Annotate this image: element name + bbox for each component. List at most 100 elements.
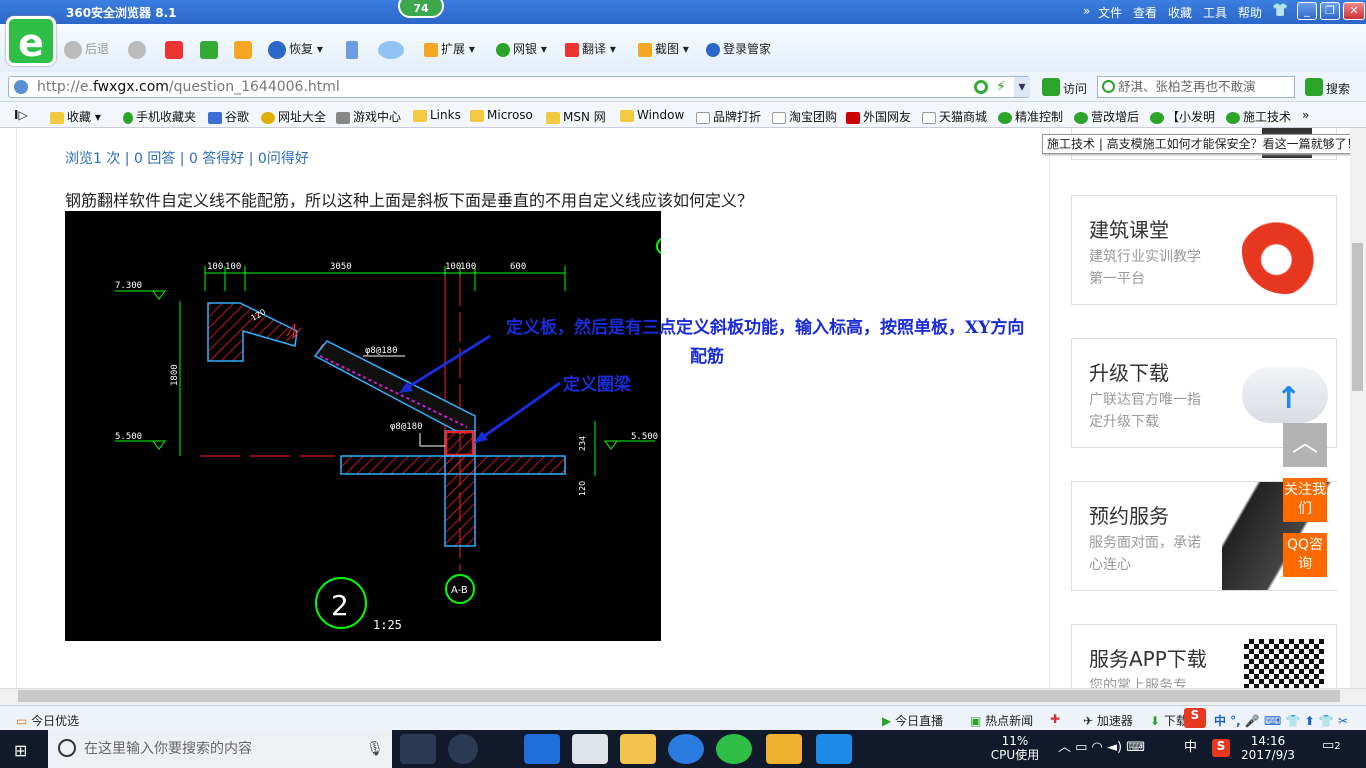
fav-item[interactable]: 淘宝团购 [772,108,837,125]
page-icon [696,111,710,124]
restore-button[interactable]: ❐ [1320,2,1340,20]
fav-item[interactable]: 外国网友 [846,108,911,125]
glodon-icon[interactable] [668,734,704,764]
url-dropdown-icon[interactable]: ▾ [1014,77,1030,97]
fav-item[interactable]: 品牌打折 [696,108,761,125]
close-button[interactable]: ✕ [1343,2,1365,20]
classroom-logo-icon [1242,208,1328,294]
fav-item[interactable]: Links [413,108,461,122]
fav-item[interactable]: Window [620,108,684,122]
follow-us-button[interactable]: 关注我们 [1283,478,1327,522]
fav-item[interactable]: 收藏 ▾ [50,108,101,125]
horizontal-scroll-thumb[interactable] [18,690,1340,702]
speed-mode-icon[interactable]: ⚡ [996,77,1006,97]
store-icon[interactable] [572,734,608,764]
vertical-scrollbar[interactable] [1350,128,1366,688]
microphone-icon[interactable]: 🎙 [366,730,384,768]
search-button[interactable]: 搜索 [1326,80,1350,97]
card-title: 升级下载 [1089,361,1169,385]
fav-item[interactable]: 游戏中心 [336,108,401,125]
fav-item[interactable]: 【小发明 [1150,108,1215,125]
rebar-label: φ8@180 [365,346,398,356]
health-icon[interactable]: ✚ [1050,712,1060,726]
login-manager-button[interactable]: 登录管家 [706,38,771,60]
fav-item[interactable]: 营改增后 [1074,108,1139,125]
browser-360-icon[interactable] [716,734,752,764]
clock[interactable]: 14:16 2017/9/3 [1240,734,1296,762]
qq-consult-button[interactable]: QQ咨询 [1283,533,1327,577]
fav-item[interactable]: 谷歌 [208,108,249,125]
score-badge[interactable]: 74 [398,0,444,18]
notes-icon[interactable] [766,734,802,764]
taskbar-search-input[interactable]: 在这里输入你要搜索的内容 🎙 [48,730,392,768]
menu-favorites[interactable]: 收藏 [1168,4,1192,21]
restore-tab-button[interactable]: 恢复 ▾ [268,38,323,60]
phone-icon [123,111,133,124]
forward-button[interactable] [128,38,149,60]
menu-overflow-icon[interactable]: » [1083,4,1090,18]
netbank-button[interactable]: 网银 ▾ [496,38,547,60]
extend-button[interactable]: 扩展 ▾ [424,38,475,60]
cortana-icon[interactable] [448,734,478,764]
cpu-usage[interactable]: 11% CPU使用 [990,734,1040,762]
windows-start-icon[interactable]: ⊞ [14,741,27,760]
fav-item[interactable]: MSN 网 [546,108,606,125]
fav-item[interactable]: 手机收藏夹 [123,108,196,125]
fav-item[interactable]: 施工技术 [1226,108,1291,125]
accelerator[interactable]: ✈ 加速器 [1083,712,1133,729]
home-button[interactable] [234,38,255,60]
fav-item[interactable]: 天猫商城 [922,108,987,125]
today-live[interactable]: ▶ 今日直播 [882,712,943,729]
back-to-top-button[interactable]: ︿ [1283,423,1327,467]
visit-button[interactable]: 访问 [1063,80,1087,97]
download-manager[interactable]: ⬇ 下载 [1150,712,1188,729]
cloud-button[interactable] [378,38,407,60]
folder-icon [413,109,427,122]
key-icon [706,42,720,57]
fav-item[interactable]: Microso [470,108,533,122]
today-picks[interactable]: ▭ 今日优选 [16,712,79,729]
search-input[interactable]: 舒淇、张柏芝再也不敢演 [1097,76,1295,98]
favbar-overflow-icon[interactable]: » [1302,108,1309,122]
browser-logo[interactable]: e [6,16,56,66]
notification-center-icon[interactable]: ▭2 [1322,739,1341,754]
task-view-icon[interactable] [400,734,436,764]
favbar-toggle-icon[interactable]: I▷ [14,108,28,122]
flag-icon [846,111,860,124]
menu-tools[interactable]: 工具 [1203,4,1227,21]
ime-indicator[interactable]: 中 [1184,741,1197,755]
sogou-tray-icon[interactable]: S [1212,739,1230,757]
sogou-ime-icon[interactable]: S [1184,708,1206,728]
fav-item[interactable]: 精准控制 [998,108,1063,125]
favorites-bar: I▷ 收藏 ▾ 手机收藏夹 谷歌 网址大全 游戏中心 Links Microso… [0,102,1366,128]
url-input[interactable]: http://e.fwxgx.com/question_1644006.html… [8,76,1030,98]
star-icon [50,111,64,124]
refresh-loading-icon[interactable] [974,80,988,94]
refresh-button[interactable] [200,38,221,60]
elevation-label: 5.500 [115,432,142,442]
menu-help[interactable]: 帮助 [1238,4,1262,21]
fav-item[interactable]: 网址大全 [261,108,326,125]
explorer-icon[interactable] [620,734,656,764]
vertical-scroll-thumb[interactable] [1352,243,1363,391]
menu-view[interactable]: 查看 [1133,4,1157,21]
sidebar-card-classroom[interactable]: 建筑课堂 建筑行业实训教学第一平台 [1071,195,1337,305]
minimize-button[interactable]: _ [1297,2,1317,20]
remote-icon[interactable] [816,734,852,764]
back-button[interactable]: 后退 [64,38,109,60]
screenshot-button[interactable]: 截图 ▾ [638,38,689,60]
up-arrow-icon: ↑ [1276,381,1302,416]
question-stats[interactable]: 浏览1 次 | 0 回答 | 0 答得好 | 0问得好 [65,148,309,168]
translate-button[interactable]: 翻译 ▾ [565,38,616,60]
edge-icon[interactable] [524,734,560,764]
hot-news[interactable]: ▣ 热点新闻 [970,712,1033,729]
menu-file[interactable]: 文件 [1098,4,1122,21]
ime-toolbar[interactable]: 中 °, 🎤 ⌨ 👕 ⬆ 👕 ✂ [1214,712,1348,729]
system-tray-icons[interactable]: ︿ ▭ ◠ ◄) ⌨ [1058,741,1145,755]
stop-button[interactable] [165,38,186,60]
cad-drawing: 100 100 3050 100 100 600 7.300 1800 5.50… [115,237,661,632]
shirt-icon[interactable]: 👕 [1272,3,1288,18]
card-subtitle: 您的掌上服务专 [1089,678,1187,688]
sidebar-card-app[interactable]: 服务APP下载 您的掌上服务专 [1071,624,1337,688]
phone-button[interactable] [346,38,361,60]
